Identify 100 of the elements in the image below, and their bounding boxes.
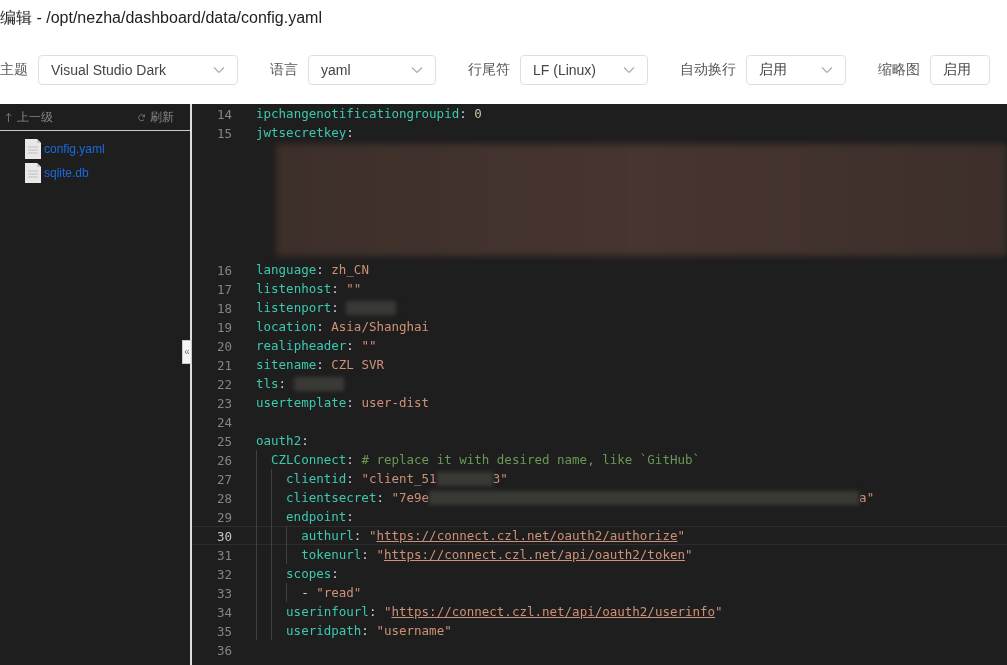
line-number: 19	[215, 319, 233, 335]
yaml-punctuation: :	[346, 470, 355, 488]
yaml-key: authurl	[301, 526, 354, 545]
yaml-punctuation: :	[346, 337, 355, 355]
redacted-blur	[346, 300, 397, 315]
yaml-string: CZL SVR	[331, 356, 384, 374]
line-number: 23	[215, 395, 233, 411]
yaml-punctuation: :	[316, 261, 325, 279]
line-number: 21	[215, 357, 233, 373]
yaml-key: language	[256, 260, 317, 279]
yaml-punctuation: :	[376, 489, 385, 507]
line-number: 28	[215, 490, 233, 506]
window-title: 编辑 - /opt/nezha/dashboard/data/config.yaml	[0, 8, 323, 28]
redacted-blur	[436, 471, 493, 486]
line-number: 32	[215, 566, 233, 582]
dropdown-select[interactable]: 启用	[746, 55, 846, 85]
yaml-punctuation: :	[459, 105, 468, 123]
line-number: 17	[215, 281, 233, 297]
yaml-key: ipchangenotificationgroupid	[256, 104, 460, 123]
yaml-key: location	[256, 317, 317, 336]
redacted-blur	[293, 376, 344, 391]
yaml-key: scopes	[286, 564, 332, 583]
url-link[interactable]: https://connect.czl.net/oauth2/authorize	[376, 526, 678, 545]
field-label: 行尾符	[468, 61, 510, 79]
refresh-button[interactable]: 刷新	[137, 108, 174, 126]
line-number: 20	[215, 338, 233, 354]
line-number: 22	[215, 376, 233, 392]
file-icon	[24, 138, 42, 160]
yaml-string: a"	[859, 489, 875, 507]
dropdown-select[interactable]: Visual Studio Dark	[38, 55, 238, 85]
yaml-string: "read"	[316, 584, 362, 602]
file-icon	[24, 162, 42, 184]
line-number: 16	[215, 262, 233, 278]
yaml-string: "	[368, 527, 377, 545]
chevron-down-icon	[213, 66, 225, 74]
line-number: 15	[215, 125, 233, 141]
yaml-string: "7e9e	[391, 489, 430, 507]
field-label: 缩略图	[878, 61, 920, 79]
line-number: 33	[215, 585, 233, 601]
yaml-key: sitename	[256, 355, 317, 374]
line-number: 35	[215, 623, 233, 639]
chevron-down-icon	[411, 66, 423, 74]
yaml-punctuation: :	[346, 508, 354, 526]
yaml-punctuation: :	[368, 603, 378, 621]
line-number: 29	[215, 509, 233, 525]
yaml-punctuation: :	[346, 124, 354, 142]
line-number: 31	[215, 547, 233, 563]
line-number: 25	[215, 433, 233, 449]
yaml-key: userinfourl	[286, 602, 369, 621]
line-number: 26	[215, 452, 233, 468]
yaml-key: clientid	[286, 469, 347, 488]
yaml-string: "	[376, 546, 384, 564]
yaml-string: Asia/Shanghai	[331, 318, 430, 336]
yaml-punctuation: :	[301, 432, 309, 450]
yaml-key: tls	[256, 374, 279, 393]
yaml-key: listenhost	[256, 279, 332, 298]
collapse-sidebar-button[interactable]: «	[182, 340, 192, 364]
dropdown-select[interactable]: yaml	[308, 55, 436, 85]
yaml-string: "	[685, 546, 693, 564]
yaml-string: "	[715, 603, 723, 621]
yaml-key: realipheader	[256, 336, 347, 355]
file-item[interactable]: sqlite.db	[24, 161, 190, 185]
line-number: 30	[215, 528, 233, 544]
yaml-string: 3"	[492, 470, 508, 488]
line-number: 27	[215, 471, 233, 487]
yaml-punctuation: :	[331, 299, 340, 317]
parent-folder-button[interactable]: 上一级	[4, 108, 53, 126]
yaml-string: "client_51	[361, 470, 437, 488]
line-number: 34	[215, 604, 233, 620]
chevron-down-icon	[623, 66, 635, 74]
yaml-string: user-dist	[361, 394, 430, 412]
yaml-key: usertemplate	[256, 393, 347, 412]
url-link[interactable]: https://connect.czl.net/api/oauth2/token	[383, 545, 685, 564]
dropdown-select[interactable]: LF (Linux)	[520, 55, 648, 85]
yaml-key: jwtsecretkey	[256, 123, 347, 142]
yaml-number: 0	[474, 105, 482, 123]
yaml-key: useridpath	[286, 621, 362, 640]
yaml-punctuation: :	[316, 318, 325, 336]
yaml-key: oauth2	[256, 431, 302, 450]
line-number: 18	[215, 300, 233, 316]
yaml-punctuation: -	[301, 584, 310, 602]
chevron-down-icon	[821, 66, 833, 74]
yaml-key: listenport	[256, 298, 332, 317]
field-label: 语言	[270, 61, 298, 79]
yaml-punctuation: :	[361, 622, 370, 640]
yaml-key: clientsecret	[286, 488, 377, 507]
yaml-string: "username"	[376, 622, 452, 640]
dropdown-select[interactable]: 启用	[930, 55, 990, 85]
yaml-string: ""	[361, 337, 377, 355]
yaml-string: "	[677, 527, 685, 545]
field-label: 自动换行	[680, 61, 736, 79]
file-item[interactable]: config.yaml	[24, 137, 190, 161]
url-link[interactable]: https://connect.czl.net/api/oauth2/userinfo	[391, 602, 716, 621]
refresh-icon	[137, 111, 146, 123]
yaml-punctuation: :	[346, 394, 355, 412]
yaml-punctuation: :	[278, 375, 288, 393]
yaml-key: tokenurl	[301, 545, 362, 564]
yaml-punctuation: :	[346, 451, 355, 469]
line-number: 14	[215, 106, 233, 122]
yaml-string: ""	[346, 280, 362, 298]
